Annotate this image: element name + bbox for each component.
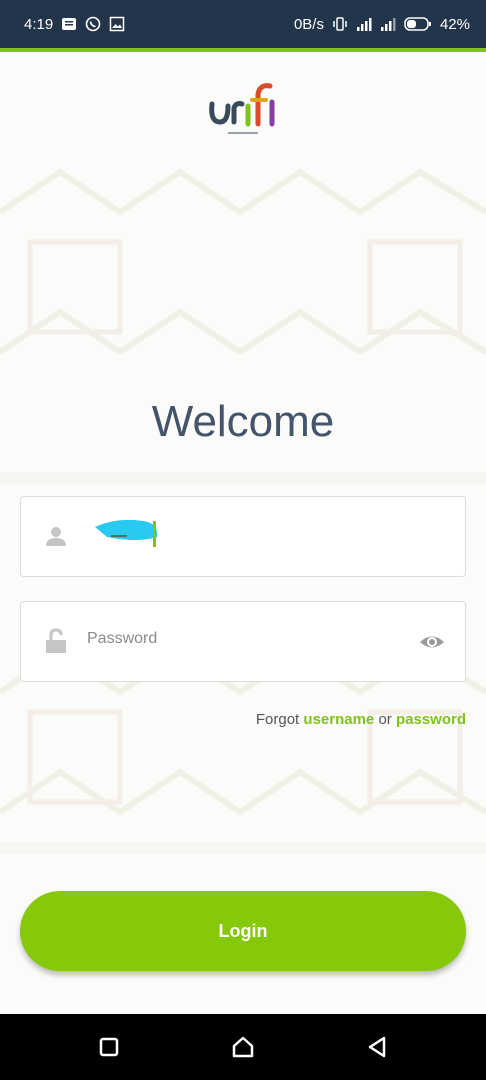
redacted-username [95, 519, 158, 547]
forgot-or: or [378, 711, 392, 728]
eye-icon[interactable] [419, 629, 445, 655]
navigation-bar [0, 1014, 486, 1080]
signal-icon [380, 18, 396, 31]
status-bar-right: 0B/s 42% [294, 16, 470, 33]
status-bar-left: 4:19 [24, 16, 125, 33]
password-placeholder: Password [87, 630, 158, 647]
battery-icon [404, 17, 431, 31]
back-icon[interactable] [364, 1034, 390, 1060]
forgot-credentials: Forgot username or password [256, 711, 466, 728]
home-icon[interactable] [230, 1034, 256, 1060]
whatsapp-icon [85, 16, 101, 32]
welcome-title: Welcome [151, 397, 335, 446]
recents-icon[interactable] [96, 1034, 122, 1060]
battery-level: 42% [439, 15, 470, 33]
forgot-username-link[interactable]: username [303, 711, 374, 728]
gallery-icon [109, 16, 125, 32]
unlock-icon [46, 628, 66, 653]
signal-icon [356, 18, 372, 31]
login-screen: Welcome Password Forgot username or pass… [0, 52, 486, 1014]
forgot-password-link[interactable]: password [396, 711, 466, 728]
login-button[interactable]: Login [20, 891, 466, 971]
password-field[interactable]: Password [20, 601, 466, 682]
forgot-prefix: Forgot [255, 711, 300, 728]
net-speed: 0B/s [293, 15, 324, 33]
status-bar: 4:19 0B/s 42% [0, 0, 486, 48]
unifi-logo [209, 83, 275, 134]
username-field[interactable] [20, 496, 466, 577]
status-time: 4:19 [24, 15, 54, 33]
vibrate-icon [333, 17, 347, 31]
user-icon [46, 527, 66, 546]
message-icon [62, 18, 77, 30]
